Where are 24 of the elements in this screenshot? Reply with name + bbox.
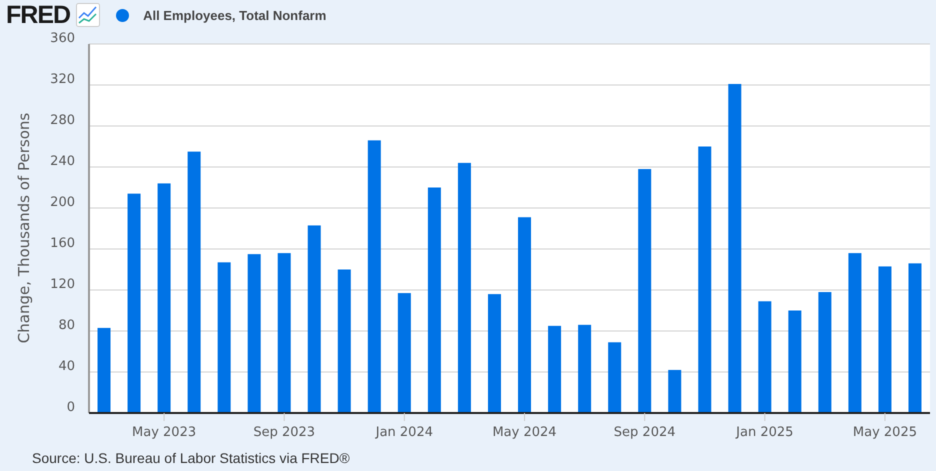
y-tick-label: 320 [50,72,75,87]
x-tick-label: Sep 2024 [614,425,676,440]
x-tick-label: May 2023 [132,425,196,440]
bar [668,370,682,413]
bar [608,342,622,413]
y-tick-label: 280 [50,113,75,128]
y-tick-label: 80 [58,318,75,333]
fred-logo[interactable]: FRED [6,0,70,30]
y-axis-title: Change, Thousands of Persons [15,112,33,344]
source-note: Source: U.S. Bureau of Labor Statistics via FRED® [31,450,351,466]
x-tick-label: May 2025 [852,425,917,440]
y-tick-label: 200 [50,195,75,210]
y-tick-label: 40 [58,359,75,374]
line-graph-icon[interactable] [76,3,100,27]
x-tick-label: Jan 2025 [736,425,794,440]
y-tick-label: 120 [50,277,75,292]
legend-label: All Employees, Total Nonfarm [143,8,326,22]
x-tick-label: Jan 2024 [376,425,433,440]
x-tick-label: Sep 2023 [253,425,316,440]
y-tick-label: 360 [50,31,75,46]
y-tick-label: 240 [50,154,75,169]
y-tick-label: 160 [50,236,75,251]
y-tick-label: 0 [66,400,75,415]
x-tick-label: May 2024 [492,425,557,440]
